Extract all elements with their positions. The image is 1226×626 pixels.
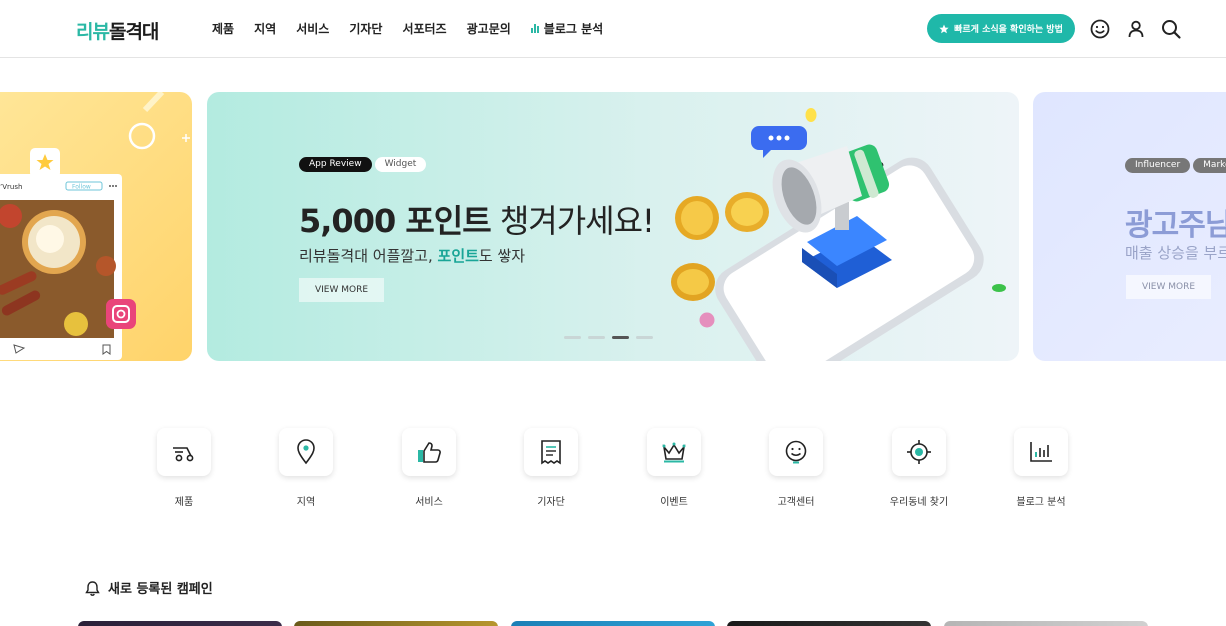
nav-item-blog-analysis[interactable]: 블로그 분석 bbox=[530, 20, 604, 37]
nav-label: 블로그 분석 bbox=[543, 22, 604, 36]
category-service[interactable]: 서비스 bbox=[402, 428, 456, 508]
view-more-label: VIEW MORE bbox=[314, 285, 369, 295]
category-blog-analysis[interactable]: 블로그 분석 bbox=[1014, 428, 1068, 508]
target-icon bbox=[907, 440, 931, 464]
logo-part-2: 돌격대 bbox=[108, 21, 159, 43]
category-icon-box bbox=[769, 428, 823, 476]
category-find-neighborhood[interactable]: 우리동네 찾기 bbox=[890, 428, 948, 508]
nav-item-supporters[interactable]: 서포터즈 bbox=[402, 20, 446, 37]
megaphone-phone-illustration bbox=[671, 108, 1006, 361]
category-support[interactable]: 고객센터 bbox=[769, 428, 823, 508]
banner-subtitle-next: 매출 상승을 부르는 bbox=[1125, 244, 1226, 262]
sub-text-end: 도 쌓자 bbox=[478, 247, 526, 265]
logo[interactable]: 리뷰돌격대 bbox=[76, 17, 159, 44]
category-label: 기자단 bbox=[537, 497, 565, 508]
category-icon-box bbox=[279, 428, 333, 476]
banner-headline: 5,000 포인트 챙겨가세요! bbox=[299, 196, 655, 242]
slide-dot-3[interactable] bbox=[612, 336, 629, 339]
campaign-card[interactable] bbox=[727, 621, 931, 626]
card-user-label: ’Vrush bbox=[0, 183, 22, 191]
category-label: 서비스 bbox=[415, 497, 443, 508]
banner-headline-next: 광고주님 bbox=[1125, 208, 1226, 243]
campaign-card[interactable] bbox=[944, 621, 1148, 626]
campaign-card[interactable] bbox=[511, 621, 715, 626]
banner-slide-main[interactable]: App Review Widget 5,000 포인트 챙겨가세요! 리뷰돌격대 … bbox=[207, 92, 1019, 361]
support-smile-icon bbox=[785, 440, 807, 464]
scooter-icon bbox=[173, 447, 194, 462]
slide-indicator bbox=[564, 336, 653, 339]
sub-text: 리뷰돌격대 어플깔고, bbox=[299, 247, 438, 265]
user-icon[interactable] bbox=[1125, 18, 1147, 40]
category-label: 우리동네 찾기 bbox=[889, 497, 949, 508]
banner-tags: App Review Widget bbox=[299, 151, 429, 172]
quick-news-button[interactable]: 빠르게 소식을 확인하는 방법 bbox=[927, 14, 1075, 43]
slide-dot-1[interactable] bbox=[564, 336, 581, 339]
category-icon-box bbox=[1014, 428, 1068, 476]
banner-slide-previous[interactable]: Follow ’Vrush bbox=[0, 92, 192, 361]
document-icon bbox=[541, 440, 561, 465]
slide-dot-4[interactable] bbox=[636, 336, 653, 339]
nav-label: 서포터즈 bbox=[402, 22, 447, 36]
site-header: 리뷰돌격대 제품 지역 서비스 기자단 서포터즈 광고문의 블로그 분석 빠르게… bbox=[0, 0, 1226, 58]
category-products[interactable]: 제품 bbox=[157, 428, 211, 508]
tag-widget: Widget bbox=[374, 157, 427, 172]
logo-part-1: 리뷰 bbox=[76, 21, 110, 43]
category-label: 블로그 분석 bbox=[1016, 497, 1066, 508]
cta-label: 빠르게 소식을 확인하는 방법 bbox=[954, 25, 1063, 35]
category-icon-box bbox=[892, 428, 946, 476]
campaign-card[interactable] bbox=[78, 621, 282, 626]
nav-label: 지역 bbox=[254, 22, 277, 36]
category-icon-box bbox=[524, 428, 578, 476]
banner-slide-next[interactable]: InfluencerMarke 광고주님 매출 상승을 부르는 VIEW MOR… bbox=[1033, 92, 1226, 361]
nav-item-ad-inquiry[interactable]: 광고문의 bbox=[467, 20, 511, 37]
section-new-campaigns-title: 새로 등록된 캠페인 bbox=[85, 578, 213, 597]
nav-item-reporters[interactable]: 기자단 bbox=[349, 20, 382, 37]
campaign-card[interactable] bbox=[294, 621, 498, 626]
nav-item-region[interactable]: 지역 bbox=[254, 20, 276, 37]
category-events[interactable]: 이벤트 bbox=[647, 428, 701, 508]
banner-tags-next: InfluencerMarke bbox=[1125, 152, 1226, 173]
tag-app-review: App Review bbox=[299, 157, 372, 172]
category-reporters[interactable]: 기자단 bbox=[524, 428, 578, 508]
category-label: 고객센터 bbox=[777, 497, 815, 508]
map-pin-icon bbox=[297, 439, 315, 465]
sub-highlight: 포인트 bbox=[437, 247, 479, 265]
card-follow-label: Follow bbox=[72, 184, 91, 191]
smile-icon[interactable] bbox=[1089, 18, 1111, 40]
category-icon-box bbox=[647, 428, 701, 476]
category-icon-box bbox=[402, 428, 456, 476]
view-more-label: VIEW MORE bbox=[1141, 282, 1196, 292]
nav-label: 서비스 bbox=[296, 22, 330, 36]
food-post-illustration: Follow ’Vrush bbox=[0, 92, 190, 360]
bar-chart-icon bbox=[1030, 442, 1052, 462]
thumbs-up-icon bbox=[418, 442, 441, 463]
bar-chart-icon bbox=[530, 24, 540, 33]
main-nav: 제품 지역 서비스 기자단 서포터즈 광고문의 블로그 분석 bbox=[212, 20, 623, 37]
category-icon-box bbox=[157, 428, 211, 476]
nav-item-service[interactable]: 서비스 bbox=[296, 20, 329, 37]
category-label: 제품 bbox=[174, 497, 194, 508]
tag-marketing: Marke bbox=[1193, 158, 1226, 173]
bell-icon bbox=[85, 580, 100, 596]
star-icon bbox=[939, 24, 949, 33]
category-label: 이벤트 bbox=[660, 497, 688, 508]
crown-icon bbox=[662, 442, 686, 463]
view-more-button[interactable]: VIEW MORE bbox=[299, 278, 384, 302]
headline-bold: 5,000 포인트 bbox=[299, 202, 492, 240]
category-shortcuts: 제품 지역 서비스 기자단 이벤트 고객센터 우리동네 찾기 블로그 분석 bbox=[157, 428, 1077, 518]
category-region[interactable]: 지역 bbox=[279, 428, 333, 508]
tag-influencer: Influencer bbox=[1125, 158, 1191, 173]
search-icon[interactable] bbox=[1160, 18, 1182, 40]
section-title-text: 새로 등록된 캠페인 bbox=[108, 582, 213, 597]
slide-dot-2[interactable] bbox=[588, 336, 605, 339]
nav-label: 기자단 bbox=[349, 22, 383, 36]
headline-thin: 챙겨가세요! bbox=[490, 202, 655, 240]
nav-label: 광고문의 bbox=[466, 22, 511, 36]
banner-subtitle: 리뷰돌격대 어플깔고, 포인트도 쌓자 bbox=[299, 245, 525, 266]
view-more-button-next[interactable]: VIEW MORE bbox=[1126, 275, 1211, 299]
nav-item-products[interactable]: 제품 bbox=[212, 20, 234, 37]
nav-label: 제품 bbox=[212, 22, 235, 36]
category-label: 지역 bbox=[296, 497, 316, 508]
